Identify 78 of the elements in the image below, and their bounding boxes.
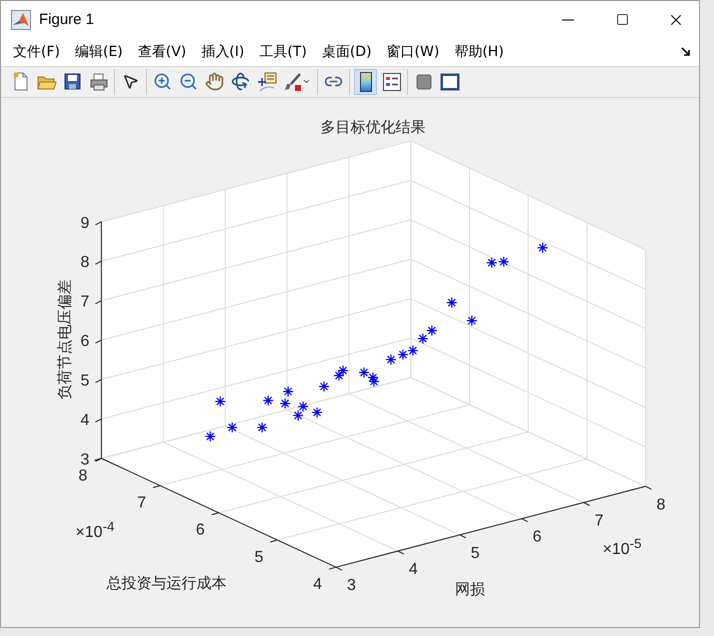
data-point	[282, 386, 294, 397]
data-point	[466, 314, 478, 326]
legend-icon	[382, 72, 400, 91]
tick-label: 7	[594, 512, 604, 530]
menu-item[interactable]: 编辑(E)	[68, 40, 129, 63]
data-point	[256, 422, 268, 433]
tick-label: 6	[196, 522, 205, 539]
tick-label: 9	[80, 214, 90, 232]
square-icon	[416, 74, 432, 90]
tick-label: 8	[78, 467, 88, 484]
tick-label: 5	[254, 548, 264, 566]
chart-title: 多目标优化结果	[320, 118, 426, 136]
menu-item[interactable]: 窗口(W)	[380, 40, 446, 63]
folder-icon	[36, 74, 56, 90]
brush-icon	[284, 72, 302, 91]
new-file-icon	[12, 72, 28, 92]
printer-icon	[88, 72, 108, 91]
tick-label: 4	[408, 560, 418, 578]
axis-exponent: ×10$^{-5}$	[602, 541, 642, 558]
menu-item[interactable]: 桌面(D)	[316, 40, 378, 63]
data-point	[498, 256, 510, 268]
data-tip-icon	[256, 72, 276, 92]
menu-item[interactable]: 帮助(H)	[448, 40, 510, 63]
zoom-in-icon	[153, 72, 172, 92]
tick-label: 4	[313, 576, 322, 594]
tick-label: 8	[656, 496, 666, 514]
axis-label: 负荷节点电压偏差	[55, 280, 74, 400]
pointer-icon	[122, 73, 139, 90]
menu-item[interactable]: 插入(I)	[195, 40, 250, 63]
toolbar-button[interactable]	[354, 68, 377, 95]
data-point	[367, 372, 379, 384]
data-point	[426, 324, 438, 336]
rotate-icon	[231, 72, 250, 92]
tick-label: 5	[80, 372, 90, 390]
data-point	[537, 242, 548, 254]
data-point	[368, 376, 380, 388]
window-title: Figure 1	[39, 11, 96, 28]
data-point	[337, 364, 349, 376]
data-point	[417, 332, 428, 344]
tick-label: 7	[137, 494, 146, 512]
panel-icon	[440, 72, 460, 91]
save-icon	[64, 73, 81, 90]
dock-icon[interactable]	[681, 46, 691, 57]
tick-label: 5	[470, 544, 480, 562]
data-point	[486, 257, 498, 268]
tick-label: 4	[80, 412, 90, 429]
zoom-out-icon	[179, 72, 198, 92]
minimize-icon	[562, 18, 574, 20]
menu-item[interactable]: 查看(V)	[132, 40, 192, 63]
menu-item[interactable]: 文件(F)	[7, 40, 66, 63]
data-point	[280, 398, 291, 409]
data-point	[214, 396, 226, 407]
data-point	[333, 370, 345, 382]
data-point	[358, 366, 370, 378]
data-point	[226, 422, 238, 433]
data-point	[292, 410, 304, 421]
data-point	[262, 394, 274, 406]
data-point	[407, 344, 418, 356]
tick-label: 6	[532, 528, 542, 546]
menu-item[interactable]: 工具(T)	[253, 40, 313, 63]
tick-label: 3	[347, 577, 356, 594]
tick-label: 8	[80, 254, 90, 272]
data-point	[318, 380, 330, 392]
data-point	[311, 406, 323, 418]
app-icon	[11, 10, 31, 30]
maximize-icon	[616, 13, 628, 26]
hand-icon	[205, 72, 224, 92]
data-point	[385, 354, 397, 366]
data-point	[297, 400, 309, 412]
axis-label: 网损	[454, 580, 485, 598]
data-point	[204, 430, 216, 442]
tick-label: 3	[80, 451, 90, 468]
colorbar-icon	[360, 72, 372, 92]
tick-label: 6	[80, 332, 90, 350]
data-point	[446, 296, 458, 308]
axis-label: 总投资与运行成本	[106, 574, 226, 592]
data-point	[397, 348, 408, 360]
tick-label: 7	[80, 294, 90, 311]
